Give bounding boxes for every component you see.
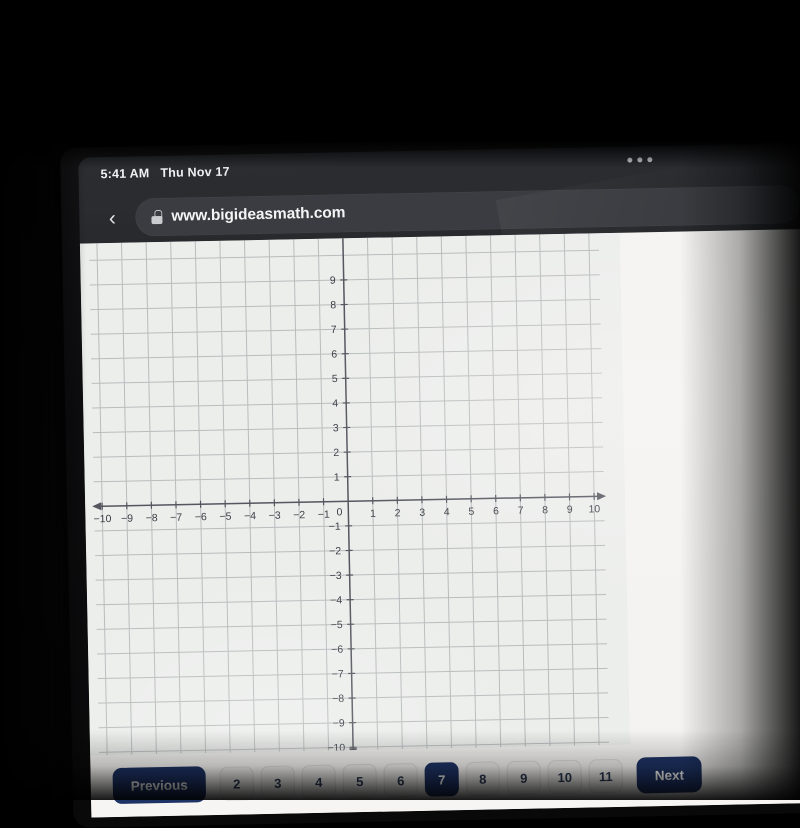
web-page-content: −10−9−8−7−6−5−4−3−2−11234567891098765432… <box>80 229 800 818</box>
page-button-9[interactable]: 9 <box>506 760 541 795</box>
page-button-10[interactable]: 10 <box>547 760 582 795</box>
page-button-11[interactable]: 11 <box>588 759 623 794</box>
y-axis-tick-label: 1 <box>334 471 340 483</box>
y-axis-tick-label: −3 <box>330 570 342 582</box>
y-axis-tick-label: 7 <box>331 324 337 336</box>
browser-chrome: 5:41 AM Thu Nov 17 ‹ www.bigideasmath.co… <box>78 143 800 246</box>
status-bar-date: Thu Nov 17 <box>160 165 230 180</box>
x-axis-tick-label: 4 <box>444 506 450 518</box>
x-axis-tick-label: 2 <box>395 507 401 519</box>
lock-icon <box>151 210 162 224</box>
origin-label: 0 <box>336 506 342 518</box>
y-axis-tick-label: 2 <box>333 447 339 459</box>
status-bar-time: 5:41 AM <box>100 166 149 181</box>
photo-background: 5:41 AM Thu Nov 17 ‹ www.bigideasmath.co… <box>0 0 800 800</box>
x-axis-tick-label: −10 <box>93 513 111 525</box>
x-axis-tick-label: 3 <box>419 507 425 519</box>
x-axis-tick-label: 5 <box>468 506 474 518</box>
y-axis-tick-label: −2 <box>329 545 341 557</box>
y-axis-tick-label: −7 <box>332 668 344 680</box>
x-axis-tick-label: −8 <box>146 512 158 524</box>
x-axis-tick-label: −4 <box>244 510 256 522</box>
x-axis-tick-label: 10 <box>588 503 600 515</box>
tablet-device: 5:41 AM Thu Nov 17 ‹ www.bigideasmath.co… <box>60 133 800 828</box>
y-axis-tick-label: 8 <box>330 299 336 311</box>
y-axis-tick-label: −6 <box>331 644 343 656</box>
y-axis-tick-label: −8 <box>332 693 344 705</box>
y-axis-tick-label: −5 <box>331 619 343 631</box>
x-axis-tick-label: 8 <box>542 504 548 516</box>
x-axis-tick-label: 7 <box>518 505 524 517</box>
y-axis-tick-label: 3 <box>333 422 339 434</box>
coordinate-plane-svg[interactable]: −10−9−8−7−6−5−4−3−2−11234567891098765432… <box>80 233 630 756</box>
page-button-3[interactable]: 3 <box>260 765 295 800</box>
page-button-8[interactable]: 8 <box>465 761 500 796</box>
page-button-2[interactable]: 2 <box>219 766 254 801</box>
x-axis-tick-label: −7 <box>170 512 182 524</box>
coordinate-plane[interactable]: −10−9−8−7−6−5−4−3−2−11234567891098765432… <box>80 233 630 756</box>
y-axis-tick-label: −4 <box>330 594 342 606</box>
page-button-7[interactable]: 7 <box>424 762 459 797</box>
next-button[interactable]: Next <box>636 756 702 793</box>
y-axis-tick-label: 9 <box>330 275 336 287</box>
chevron-left-icon[interactable]: ‹ <box>99 205 126 232</box>
y-axis-tick-label: 5 <box>332 373 338 385</box>
x-axis-tick-label: −2 <box>293 509 305 521</box>
address-bar-url: www.bigideasmath.com <box>171 204 345 225</box>
x-axis-tick-label: −5 <box>219 511 231 523</box>
page-number-list: 234567891011 <box>219 759 630 801</box>
x-axis-tick-label: 6 <box>493 505 499 517</box>
page-button-5[interactable]: 5 <box>342 764 377 799</box>
x-axis-tick-label: 9 <box>567 504 573 516</box>
previous-button[interactable]: Previous <box>112 766 206 804</box>
y-axis-tick-label: 6 <box>331 348 337 360</box>
page-button-4[interactable]: 4 <box>301 765 336 800</box>
x-axis-tick-label: −6 <box>195 511 207 523</box>
address-bar[interactable]: www.bigideasmath.com <box>135 185 800 236</box>
y-axis-tick-label: 4 <box>332 398 338 410</box>
y-axis-tick-label: −1 <box>329 521 341 533</box>
x-axis-tick-label: −3 <box>269 510 281 522</box>
page-button-6[interactable]: 6 <box>383 763 418 798</box>
y-axis-tick-label: −9 <box>333 717 345 729</box>
x-axis-tick-label: −9 <box>121 513 133 525</box>
x-axis-tick-label: 1 <box>370 508 376 520</box>
x-axis-tick-label: −1 <box>318 509 330 521</box>
more-dots-icon[interactable] <box>627 157 652 163</box>
